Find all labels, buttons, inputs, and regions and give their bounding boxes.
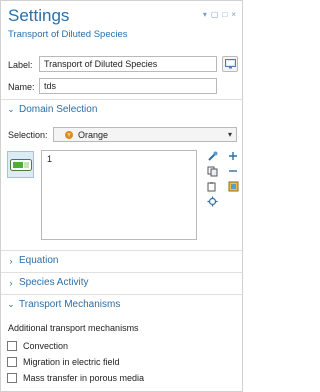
section-title: Transport Mechanisms (19, 299, 121, 310)
name-field-label: Name: (8, 82, 35, 92)
paste-selection-icon[interactable] (206, 150, 218, 162)
migration-label: Migration in electric field (23, 357, 120, 367)
chevron-right-icon: › (9, 277, 13, 288)
window-controls: ▾ ▢ □ × (203, 11, 236, 19)
section-title: Equation (19, 255, 59, 266)
section-species-activity[interactable]: › Species Activity (1, 272, 242, 292)
add-icon[interactable] (227, 150, 239, 162)
copy-icon[interactable] (206, 165, 218, 177)
chevron-down-icon: ⌄ (7, 104, 15, 114)
selection-label: Selection: (8, 130, 48, 140)
porous-media-option[interactable]: Mass transfer in porous media (7, 373, 144, 383)
label-input[interactable]: Transport of Diluted Species (39, 56, 217, 72)
settings-header: Settings Transport of Diluted Species ▾ … (1, 1, 242, 49)
section-domain-selection[interactable]: ⌄ Domain Selection (1, 99, 242, 119)
settings-panel: Settings Transport of Diluted Species ▾ … (0, 0, 243, 392)
dropdown-arrow-icon: ▾ (227, 130, 232, 139)
section-equation[interactable]: › Equation (1, 250, 242, 270)
clear-selection-icon[interactable] (206, 180, 218, 192)
selection-dropdown[interactable]: Orange ▾ (53, 127, 237, 142)
porous-media-checkbox[interactable] (7, 373, 17, 383)
section-transport-mechanisms[interactable]: ⌄ Transport Mechanisms (1, 294, 242, 314)
remove-icon[interactable] (227, 165, 239, 177)
convection-label: Convection (23, 341, 69, 351)
chevron-down-icon: ⌄ (7, 299, 15, 309)
porous-media-label: Mass transfer in porous media (23, 373, 145, 383)
list-item[interactable]: 1 (47, 154, 191, 164)
name-input[interactable]: tds (39, 78, 217, 94)
zoom-to-selection-icon[interactable] (206, 195, 218, 207)
label-field-label: Label: (8, 60, 33, 70)
convection-checkbox[interactable] (7, 341, 17, 351)
screen-edit-icon[interactable] (222, 56, 238, 72)
selection-value: Orange (78, 129, 109, 140)
migration-option[interactable]: Migration in electric field (7, 357, 120, 367)
close-icon[interactable]: × (231, 11, 236, 19)
restore-icon[interactable]: ▢ (211, 11, 219, 19)
color-icon[interactable] (227, 180, 239, 192)
maximize-icon[interactable]: □ (222, 11, 227, 19)
section-title: Species Activity (19, 277, 89, 288)
selection-listbox[interactable]: 1 (41, 150, 197, 240)
page-title: Settings (8, 6, 70, 25)
section-title: Domain Selection (19, 104, 98, 115)
convection-option[interactable]: Convection (7, 341, 68, 351)
migration-checkbox[interactable] (7, 357, 17, 367)
page-subtitle: Transport of Diluted Species (8, 29, 128, 40)
active-toggle-icon[interactable] (7, 151, 34, 178)
transport-heading: Additional transport mechanisms (8, 323, 139, 333)
panel-menu-icon[interactable]: ▾ (203, 11, 207, 19)
selection-color-icon (64, 130, 74, 140)
chevron-right-icon: › (9, 255, 13, 266)
